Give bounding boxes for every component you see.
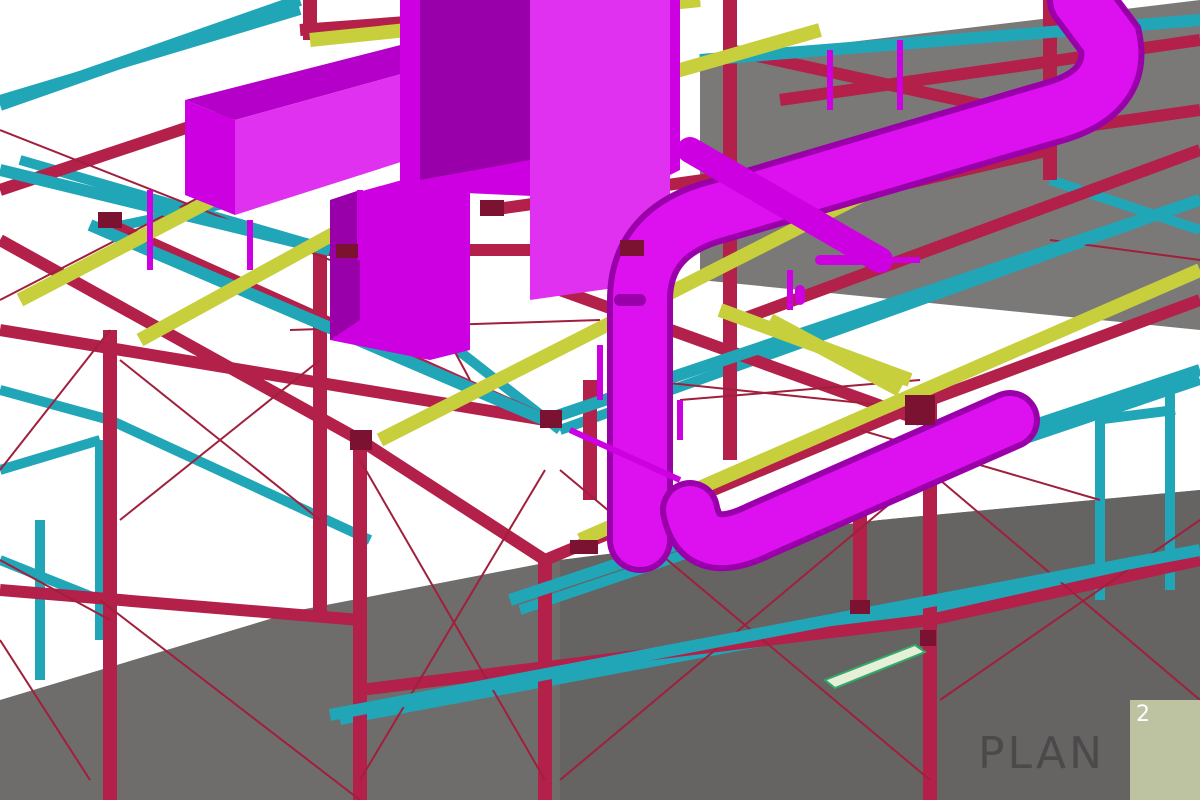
- steel-structure-model: [0, 0, 1200, 800]
- brand-logo: PLAN 2: [978, 700, 1200, 800]
- model-viewport[interactable]: PLAN 2: [0, 0, 1200, 800]
- logo-word: PLAN: [978, 728, 1106, 779]
- logo-superscript: 2: [1136, 702, 1150, 727]
